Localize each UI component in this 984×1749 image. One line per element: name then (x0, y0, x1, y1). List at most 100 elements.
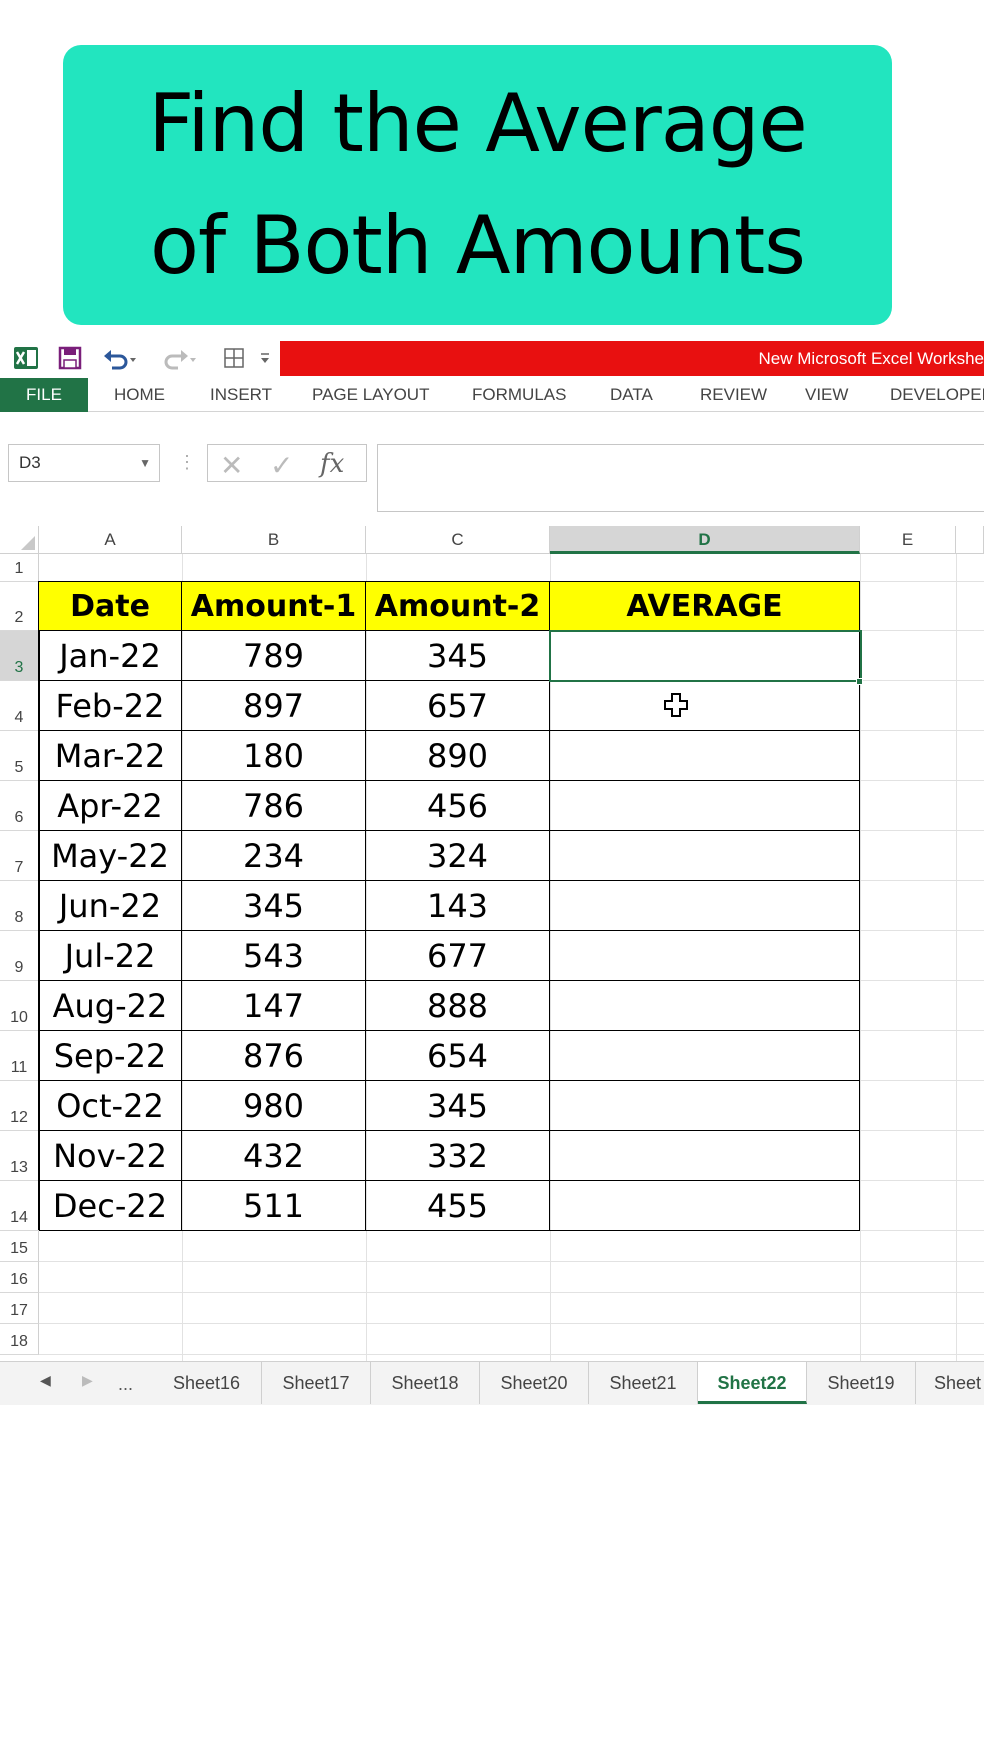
cell-amount-1[interactable]: 511 (182, 1181, 366, 1231)
cell-amount-2[interactable]: 654 (366, 1031, 550, 1081)
cell-average[interactable] (550, 931, 860, 981)
cell-amount-1[interactable]: 543 (182, 931, 366, 981)
cell-date[interactable]: Jul-22 (39, 931, 182, 981)
tab-sheet17[interactable]: Sheet17 (262, 1362, 371, 1404)
cell-amount-1[interactable]: 980 (182, 1081, 366, 1131)
undo-icon[interactable] (100, 344, 140, 372)
cell-amount-1[interactable]: 345 (182, 881, 366, 931)
cell-average[interactable] (550, 731, 860, 781)
row-header-9[interactable]: 9 (0, 931, 39, 981)
cell-date[interactable]: Sep-22 (39, 1031, 182, 1081)
row-header-14[interactable]: 14 (0, 1181, 39, 1231)
cell-date[interactable]: Jun-22 (39, 881, 182, 931)
formula-input[interactable] (377, 444, 984, 512)
cell-amount-2[interactable]: 456 (366, 781, 550, 831)
cell-average[interactable] (550, 1031, 860, 1081)
column-header-d[interactable]: D (550, 526, 860, 554)
row-header-13[interactable]: 13 (0, 1131, 39, 1181)
cell-amount-2[interactable]: 324 (366, 831, 550, 881)
cell-date[interactable]: Oct-22 (39, 1081, 182, 1131)
row-header-18[interactable]: 18 (0, 1324, 39, 1355)
row-header-17[interactable]: 17 (0, 1293, 39, 1324)
header-amount-2[interactable]: Amount-2 (366, 582, 550, 631)
tab-sheet21[interactable]: Sheet21 (589, 1362, 698, 1404)
cell-date[interactable]: Apr-22 (39, 781, 182, 831)
cell-average[interactable] (550, 831, 860, 881)
tab-review[interactable]: REVIEW (700, 378, 767, 412)
header-average[interactable]: AVERAGE (550, 582, 860, 631)
tab-view[interactable]: VIEW (805, 378, 848, 412)
cell-average[interactable] (550, 881, 860, 931)
column-header-f[interactable] (956, 526, 984, 554)
row-header-16[interactable]: 16 (0, 1262, 39, 1293)
scroll-right-icon[interactable]: ▶ (82, 1372, 93, 1389)
more-sheets-button[interactable]: ... (118, 1374, 133, 1395)
name-box[interactable]: D3 ▼ (8, 444, 160, 482)
tab-formulas[interactable]: FORMULAS (472, 378, 566, 412)
cell-date[interactable]: Aug-22 (39, 981, 182, 1031)
column-header-a[interactable]: A (39, 526, 182, 554)
cell-average[interactable] (550, 1081, 860, 1131)
tab-insert[interactable]: INSERT (210, 378, 272, 412)
cell-amount-2[interactable]: 345 (366, 631, 550, 681)
header-date[interactable]: Date (39, 582, 182, 631)
cell-amount-1[interactable]: 786 (182, 781, 366, 831)
header-amount-1[interactable]: Amount-1 (182, 582, 366, 631)
cell-date[interactable]: Mar-22 (39, 731, 182, 781)
redo-icon[interactable] (158, 344, 198, 372)
column-header-c[interactable]: C (366, 526, 550, 554)
tab-home[interactable]: HOME (114, 378, 165, 412)
row-header-1[interactable]: 1 (0, 554, 39, 582)
tab-sheet19[interactable]: Sheet19 (807, 1362, 916, 1404)
active-cell-d3[interactable] (549, 630, 862, 682)
cell-average[interactable] (550, 1181, 860, 1231)
row-header-5[interactable]: 5 (0, 731, 39, 781)
row-header-10[interactable]: 10 (0, 981, 39, 1031)
cell-amount-2[interactable]: 657 (366, 681, 550, 731)
fx-icon[interactable]: fx (320, 449, 344, 479)
cell-date[interactable]: Feb-22 (39, 681, 182, 731)
row-header-8[interactable]: 8 (0, 881, 39, 931)
cell-amount-1[interactable]: 180 (182, 731, 366, 781)
row-header-15[interactable]: 15 (0, 1231, 39, 1262)
row-header-6[interactable]: 6 (0, 781, 39, 831)
cancel-icon[interactable]: ✕ (220, 449, 243, 482)
cell-amount-2[interactable]: 677 (366, 931, 550, 981)
select-all-button[interactable] (0, 526, 39, 554)
tab-sheet18[interactable]: Sheet18 (371, 1362, 480, 1404)
cell-average[interactable] (550, 981, 860, 1031)
cell-amount-2[interactable]: 345 (366, 1081, 550, 1131)
cell-date[interactable]: Nov-22 (39, 1131, 182, 1181)
cell-amount-1[interactable]: 876 (182, 1031, 366, 1081)
tab-sheet22[interactable]: Sheet22 (698, 1362, 807, 1404)
border-icon[interactable] (220, 344, 248, 372)
column-header-b[interactable]: B (182, 526, 366, 554)
tab-developer[interactable]: DEVELOPER (890, 378, 984, 412)
save-icon[interactable] (56, 344, 84, 372)
tab-sheet-more[interactable]: Sheet (916, 1362, 984, 1404)
fill-handle[interactable] (856, 678, 863, 685)
customize-qat-icon[interactable] (258, 344, 272, 372)
row-header-4[interactable]: 4 (0, 681, 39, 731)
cell-amount-2[interactable]: 143 (366, 881, 550, 931)
tab-sheet20[interactable]: Sheet20 (480, 1362, 589, 1404)
row-header-11[interactable]: 11 (0, 1031, 39, 1081)
cell-amount-2[interactable]: 890 (366, 731, 550, 781)
row-header-2[interactable]: 2 (0, 582, 39, 631)
row-header-7[interactable]: 7 (0, 831, 39, 881)
chevron-down-icon[interactable]: ▼ (139, 445, 151, 481)
row-header-12[interactable]: 12 (0, 1081, 39, 1131)
cell-amount-1[interactable]: 897 (182, 681, 366, 731)
cell-amount-1[interactable]: 789 (182, 631, 366, 681)
cell-amount-1[interactable]: 432 (182, 1131, 366, 1181)
cell-amount-2[interactable]: 455 (366, 1181, 550, 1231)
cell-amount-1[interactable]: 234 (182, 831, 366, 881)
tab-data[interactable]: DATA (610, 378, 653, 412)
cell-average[interactable] (550, 781, 860, 831)
tab-page-layout[interactable]: PAGE LAYOUT (312, 378, 429, 412)
tab-file[interactable]: FILE (0, 378, 88, 412)
cell-date[interactable]: May-22 (39, 831, 182, 881)
cell-amount-2[interactable]: 332 (366, 1131, 550, 1181)
cell-date[interactable]: Dec-22 (39, 1181, 182, 1231)
row-header-3[interactable]: 3 (0, 631, 39, 681)
